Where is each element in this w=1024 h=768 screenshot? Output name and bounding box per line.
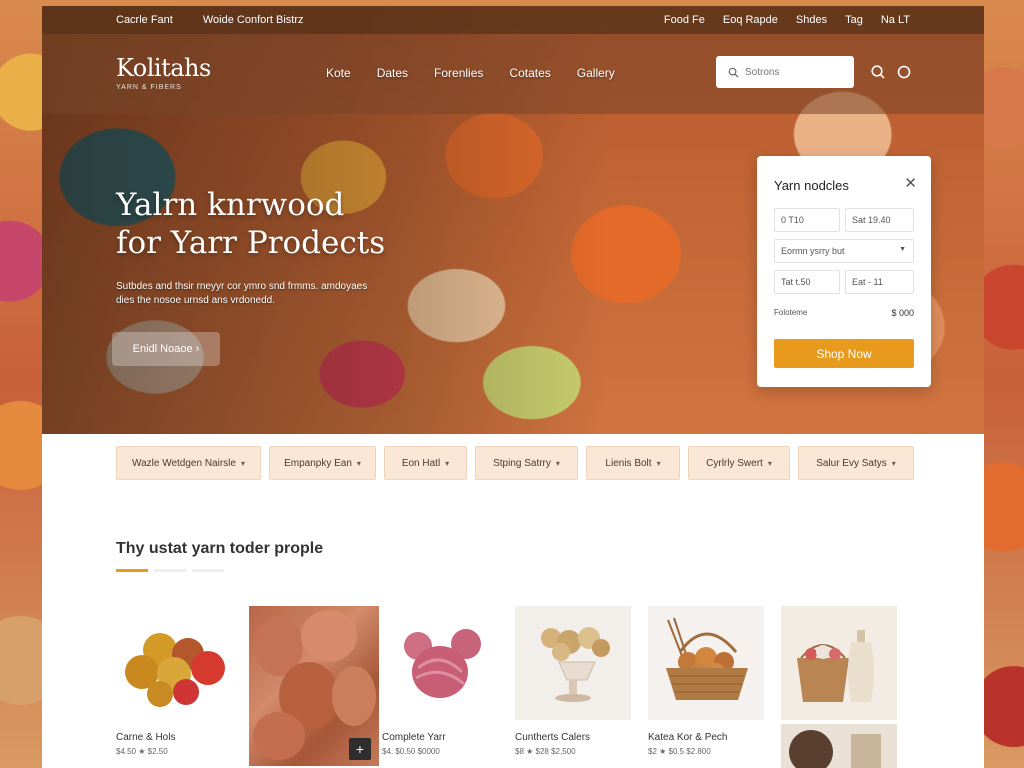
chevron-down-icon: ▾ bbox=[445, 458, 450, 468]
filter-chip[interactable]: Wazle Wetdgen Nairsle ▾ bbox=[116, 446, 261, 480]
product-card[interactable]: + bbox=[249, 606, 379, 768]
nav-menu: Kote Dates Forenlies Cotates Gallery bbox=[326, 66, 615, 80]
nav-item[interactable]: Forenlies bbox=[434, 66, 483, 80]
filter-label: Salur Evy Satys bbox=[816, 457, 887, 469]
product-card[interactable] bbox=[781, 606, 897, 768]
topbar-link[interactable]: Tag bbox=[845, 14, 863, 26]
brand-tagline: YARN & FIBERS bbox=[116, 84, 182, 91]
nav-item[interactable]: Gallery bbox=[577, 66, 615, 80]
filter-chip[interactable]: Lienis Bolt ▾ bbox=[586, 446, 680, 480]
product-price: $8 ★ $28 $2,500 bbox=[515, 747, 576, 756]
product-image bbox=[116, 606, 232, 720]
product-image bbox=[382, 606, 498, 720]
filter-chip[interactable]: Cyrlrly Swert ▾ bbox=[688, 446, 790, 480]
hero-cta-button[interactable]: Enidl Noaoe › bbox=[112, 332, 220, 366]
chevron-down-icon: ▾ bbox=[240, 458, 245, 468]
filter-label: Eon Hatl bbox=[401, 457, 441, 469]
nav-item[interactable]: Cotates bbox=[509, 66, 550, 80]
nav-item[interactable]: Dates bbox=[377, 66, 408, 80]
search-input[interactable] bbox=[745, 66, 835, 78]
main-content: Wazle Wetdgen Nairsle ▾ Empanpky Ean ▾ Eon… bbox=[42, 434, 984, 768]
product-image bbox=[781, 724, 897, 768]
product-image bbox=[648, 606, 764, 720]
product-grid: Carne & Hols $4.50 ★ $2.50 + Complete Ya… bbox=[116, 606, 897, 768]
filter-chip[interactable]: Empanpky Ean ▾ bbox=[269, 446, 376, 480]
filter-label: Lienis Bolt bbox=[605, 457, 652, 469]
brand-name: Kolitahs bbox=[116, 54, 211, 82]
main-navbar: Kolitahs YARN & FIBERS Kote Dates Forenl… bbox=[42, 34, 984, 114]
card-total-label: Foloteme bbox=[774, 308, 808, 317]
chevron-down-icon: ▾ bbox=[555, 458, 560, 468]
product-name: Katea Kor & Pech bbox=[648, 732, 728, 743]
product-card[interactable]: Complete Yarr $4. $0.50 $0000 bbox=[382, 606, 498, 768]
card-field[interactable]: Sat 19.40 bbox=[845, 208, 914, 232]
hero-title-line: for Yarr Prodects bbox=[116, 225, 386, 261]
nav-item[interactable]: Kote bbox=[326, 66, 351, 80]
card-select[interactable]: Eormn ysrry but ▼ bbox=[774, 239, 914, 263]
brand-logo[interactable]: Kolitahs YARN & FIBERS bbox=[116, 54, 211, 91]
filter-bar: Wazle Wetdgen Nairsle ▾ Empanpky Ean ▾ Eon… bbox=[116, 446, 914, 480]
shop-now-button[interactable]: Shop Now bbox=[774, 339, 914, 368]
topbar-link[interactable]: Na LT bbox=[881, 14, 910, 26]
product-image bbox=[781, 606, 897, 720]
card-field[interactable]: Eat - 11 bbox=[845, 270, 914, 294]
product-price: $2 ★ $0.5 $2.800 bbox=[648, 747, 711, 756]
product-name: Cuntherts Calers bbox=[515, 732, 591, 743]
account-icon[interactable] bbox=[896, 64, 912, 80]
chevron-down-icon: ▾ bbox=[356, 458, 361, 468]
chevron-down-icon: ▾ bbox=[767, 458, 772, 468]
product-price: $4. $0.50 $0000 bbox=[382, 747, 440, 756]
add-to-cart-button[interactable]: + bbox=[349, 738, 371, 760]
filter-chip[interactable]: Eon Hatl ▾ bbox=[384, 446, 467, 480]
filter-chip[interactable]: Salur Evy Satys ▾ bbox=[798, 446, 914, 480]
product-image bbox=[515, 606, 631, 720]
card-field[interactable]: Tat t.50 bbox=[774, 270, 840, 294]
topbar-link[interactable]: Food Fe bbox=[664, 14, 705, 26]
product-card[interactable]: Katea Kor & Pech $2 ★ $0.5 $2.800 bbox=[648, 606, 764, 768]
hero-subtitle: Sutbdes and thsir rneyyr cor ymro snd fr… bbox=[116, 281, 368, 306]
filter-label: Empanpky Ean bbox=[284, 457, 352, 469]
filter-label: Cyrlrly Swert bbox=[706, 457, 763, 469]
yarn-needles-card: Yarn nodcles ✕ 0 T10 Sat 19.40 Eormn ysr… bbox=[757, 156, 931, 387]
product-price: $4.50 ★ $2.50 bbox=[116, 747, 168, 756]
product-name: Complete Yarr bbox=[382, 732, 446, 743]
chevron-down-icon: ▼ bbox=[899, 246, 906, 253]
filter-label: Stping Satrry bbox=[493, 457, 551, 469]
search-icon bbox=[728, 67, 739, 78]
product-card[interactable]: Cuntherts Calers $8 ★ $28 $2,500 bbox=[515, 606, 631, 768]
filter-chip[interactable]: Stping Satrry ▾ bbox=[475, 446, 578, 480]
hero-title-line: Yalrn knrwood bbox=[116, 187, 345, 223]
card-select-value: Eormn ysrry but bbox=[781, 246, 845, 256]
hero-title: Yalrn knrwood for Yarr Prodects bbox=[116, 186, 385, 262]
product-card[interactable]: Carne & Hols $4.50 ★ $2.50 bbox=[116, 606, 232, 768]
section-title: Thy ustat yarn toder prople bbox=[116, 540, 324, 557]
topbar-link[interactable]: Cacrle Fant bbox=[116, 14, 173, 26]
card-field[interactable]: 0 T10 bbox=[774, 208, 840, 232]
chevron-down-icon: ▾ bbox=[891, 458, 896, 468]
section-underline bbox=[116, 569, 224, 572]
product-name: Carne & Hols bbox=[116, 732, 176, 743]
topbar-link[interactable]: Woide Confort Bistrz bbox=[203, 14, 304, 26]
topbar-link[interactable]: Shdes bbox=[796, 14, 827, 26]
product-image: + bbox=[249, 606, 379, 766]
topbar-link[interactable]: Eoq Rapde bbox=[723, 14, 778, 26]
top-bar: Cacrle Fant Woide Confort Bistrz Food Fe… bbox=[42, 6, 984, 34]
card-total-value: $ 000 bbox=[891, 308, 914, 318]
chevron-down-icon: ▾ bbox=[656, 458, 661, 468]
close-icon[interactable]: ✕ bbox=[904, 174, 917, 192]
search-icon[interactable] bbox=[870, 64, 886, 80]
filter-label: Wazle Wetdgen Nairsle bbox=[132, 457, 236, 469]
hero-cta-label: Enidl Noaoe bbox=[132, 343, 193, 355]
search-box[interactable] bbox=[716, 56, 854, 88]
card-title: Yarn nodcles bbox=[774, 178, 849, 193]
